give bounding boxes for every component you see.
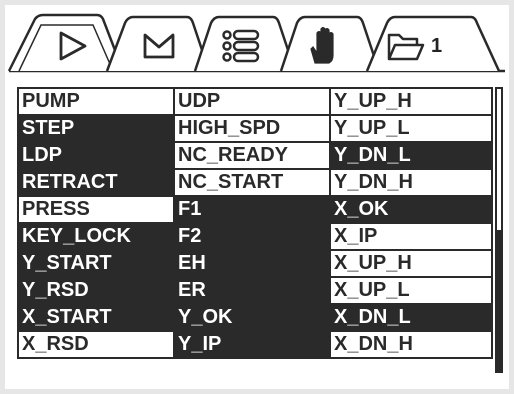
signal-cell: HIGH_SPD — [173, 114, 331, 143]
signal-cell: X_OK — [329, 195, 493, 224]
table-row: Y_START EH X_UP_H — [17, 249, 493, 278]
signal-cell: Y_IP — [173, 330, 331, 359]
signal-cell: F2 — [173, 222, 331, 251]
signal-cell: Y_DN_L — [329, 141, 493, 170]
table-row: RETRACT NC_START Y_DN_H — [17, 168, 493, 197]
signal-cell: ER — [173, 276, 331, 305]
tab-list[interactable] — [193, 15, 297, 72]
signal-cell: X_UP_H — [329, 249, 493, 278]
tab-bar: 1 — [5, 5, 509, 77]
table-row: KEY_LOCK F2 X_IP — [17, 222, 493, 251]
table-row: X_RSD Y_IP X_DN_H — [17, 330, 493, 359]
signal-cell: Y_DN_H — [329, 168, 493, 197]
signal-cell: X_IP — [329, 222, 493, 251]
signal-cell: Y_START — [17, 249, 175, 278]
tab-hand[interactable] — [279, 15, 381, 72]
signal-cell: NC_START — [173, 168, 331, 197]
hmi-screen: 1 PUMP UDP Y_UP_H STEP HIGH_SPD Y_UP_L LDP NC_R… — [5, 5, 509, 389]
table-row: LDP NC_READY Y_DN_L — [17, 141, 493, 170]
signal-cell: UDP — [173, 87, 331, 116]
signal-cell: Y_UP_L — [329, 114, 493, 143]
table-row: PUMP UDP Y_UP_H — [17, 87, 493, 116]
signal-cell: LDP — [17, 141, 175, 170]
tab-folder-number: 1 — [431, 35, 443, 57]
table-row: Y_RSD ER X_UP_L — [17, 276, 493, 305]
table-row: X_START Y_OK X_DN_L — [17, 303, 493, 332]
signal-cell: F1 — [173, 195, 331, 224]
signal-cell: PUMP — [17, 87, 175, 116]
signal-cell: X_DN_L — [329, 303, 493, 332]
signal-table: PUMP UDP Y_UP_H STEP HIGH_SPD Y_UP_L LDP NC_REA… — [17, 87, 493, 359]
scrollbar[interactable] — [495, 87, 503, 373]
signal-cell: X_RSD — [17, 330, 175, 359]
tab-run[interactable] — [7, 13, 125, 72]
signal-cell: Y_UP_H — [329, 87, 493, 116]
signal-cell: RETRACT — [17, 168, 175, 197]
signal-cell: NC_READY — [173, 141, 331, 170]
signal-cell: STEP — [17, 114, 175, 143]
table-row: PRESS F1 X_OK — [17, 195, 493, 224]
tab-manual[interactable] — [105, 15, 211, 72]
signal-cell: PRESS — [17, 195, 175, 224]
signal-cell: Y_RSD — [17, 276, 175, 305]
signal-cell: EH — [173, 249, 331, 278]
signal-cell: X_START — [17, 303, 175, 332]
signal-grid: PUMP UDP Y_UP_H STEP HIGH_SPD Y_UP_L LDP NC_REA… — [17, 87, 493, 373]
signal-cell: Y_OK — [173, 303, 331, 332]
signal-cell: X_DN_H — [329, 330, 493, 359]
signal-cell: KEY_LOCK — [17, 222, 175, 251]
signal-cell: X_UP_L — [329, 276, 493, 305]
table-row: STEP HIGH_SPD Y_UP_L — [17, 114, 493, 143]
scrollbar-thumb[interactable] — [497, 230, 501, 371]
